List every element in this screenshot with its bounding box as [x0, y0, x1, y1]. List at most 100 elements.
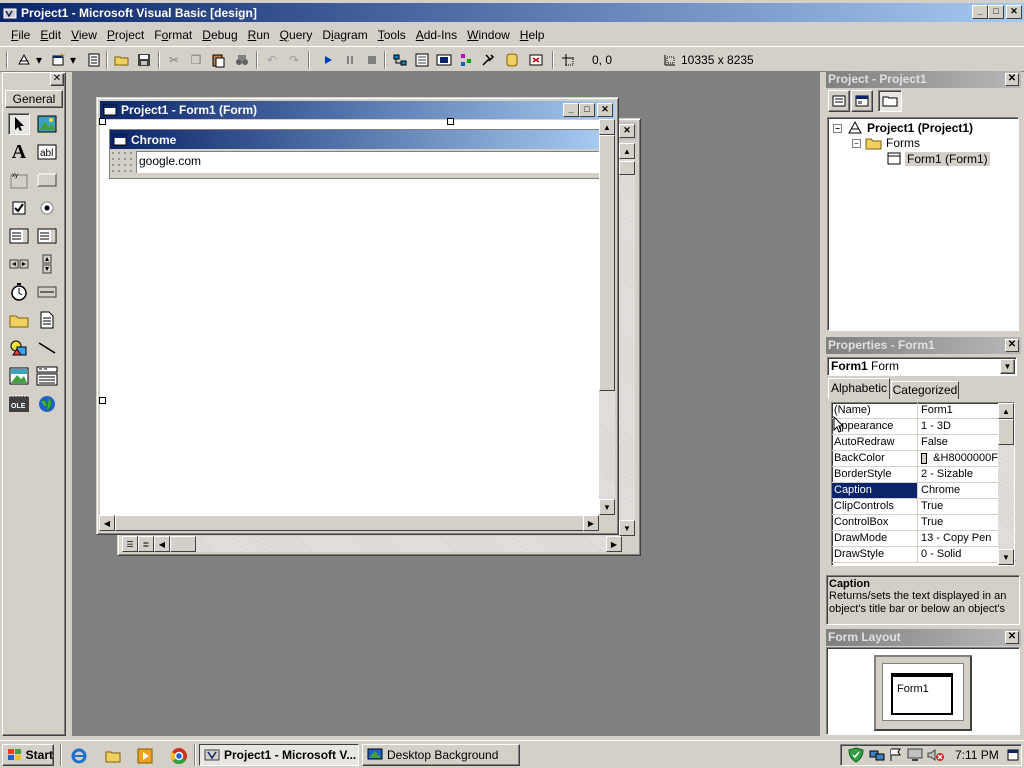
minimize-button[interactable]: _: [972, 5, 988, 19]
menu-add-ins[interactable]: Add-Ins: [411, 26, 462, 44]
project-explorer-close-button[interactable]: ✕: [1005, 73, 1019, 86]
property-row[interactable]: Appearance 1 - 3D: [832, 419, 998, 435]
menu-diagram[interactable]: Diagram: [317, 26, 372, 44]
property-value[interactable]: 0 - Solid: [918, 547, 998, 562]
toolbox-general-tab[interactable]: General: [5, 90, 63, 108]
clock[interactable]: 7:11 PM: [955, 748, 999, 762]
dirlistbox-tool-icon[interactable]: [8, 309, 30, 331]
resize-handle[interactable]: [99, 118, 106, 125]
show-desktop-icon[interactable]: [1007, 749, 1019, 764]
object-selector[interactable]: Form1 Form ▼: [827, 357, 1017, 376]
label-tool-icon[interactable]: A: [8, 141, 30, 163]
scroll-right-button[interactable]: ▶: [606, 536, 622, 552]
image-tool-icon[interactable]: [8, 365, 30, 387]
property-value[interactable]: 1 - 3D: [918, 419, 998, 434]
tree-item-forms-folder[interactable]: − Forms: [852, 136, 920, 150]
resize-handle[interactable]: [447, 118, 454, 125]
maximize-button[interactable]: □: [988, 5, 1004, 19]
scroll-thumb[interactable]: [619, 161, 635, 175]
menu-run[interactable]: Run: [243, 26, 275, 44]
webbrowser-tool-icon[interactable]: [36, 393, 58, 415]
form-layout-title-bar[interactable]: Form Layout ✕: [826, 629, 1021, 646]
menu-file[interactable]: File: [6, 26, 35, 44]
flag-icon[interactable]: [889, 748, 903, 765]
scroll-thumb[interactable]: [998, 419, 1014, 445]
textbox-tool-icon[interactable]: abl: [36, 141, 58, 163]
property-row[interactable]: (Name) Form1: [832, 403, 998, 419]
property-row[interactable]: ControlBox True: [832, 515, 998, 531]
volume-muted-icon[interactable]: [927, 748, 945, 765]
resize-handle[interactable]: [99, 397, 106, 404]
scroll-down-button[interactable]: ▼: [998, 549, 1014, 565]
start-run-icon[interactable]: [318, 51, 338, 69]
display-icon[interactable]: [907, 748, 923, 765]
add-project-icon[interactable]: [14, 51, 34, 69]
properties-close-button[interactable]: ✕: [1005, 339, 1019, 352]
project-explorer-icon[interactable]: [390, 51, 410, 69]
property-row[interactable]: BackColor &H8000000F: [832, 451, 998, 467]
project-explorer-title-bar[interactable]: Project - Project1 ✕: [826, 71, 1021, 88]
frame-tool-icon[interactable]: xy: [8, 169, 30, 191]
form-designer-close-button[interactable]: ✕: [597, 103, 613, 117]
tree-item-form1[interactable]: Form1 (Form1): [886, 152, 990, 166]
property-value[interactable]: &H8000000F: [918, 451, 998, 466]
properties-title-bar[interactable]: Properties - Form1 ✕: [826, 337, 1021, 354]
property-value[interactable]: True: [918, 499, 998, 514]
property-value[interactable]: 2 - Sizable: [918, 467, 998, 482]
chrome-icon[interactable]: [170, 747, 188, 768]
save-icon[interactable]: [134, 51, 154, 69]
full-module-view-icon[interactable]: ≣: [138, 536, 154, 552]
main-title-bar[interactable]: Project1 - Microsoft Visual Basic [desig…: [0, 3, 1024, 22]
form-designer-maximize-button[interactable]: □: [579, 103, 595, 117]
property-value[interactable]: True: [918, 515, 998, 530]
view-code-button[interactable]: [828, 90, 850, 112]
scroll-down-button[interactable]: ▼: [599, 499, 615, 515]
tree-item-project[interactable]: − Project1 (Project1): [833, 120, 973, 136]
property-row[interactable]: AutoRedraw False: [832, 435, 998, 451]
menu-tools[interactable]: Tools: [373, 26, 411, 44]
menu-project[interactable]: Project: [102, 26, 149, 44]
property-value[interactable]: 13 - Copy Pen: [918, 531, 998, 546]
data-view-icon[interactable]: [502, 51, 522, 69]
form-layout-close-button[interactable]: ✕: [1005, 631, 1019, 644]
dropdown-arrow-icon[interactable]: ▾: [68, 51, 78, 69]
scroll-thumb[interactable]: [599, 135, 615, 391]
scroll-up-button[interactable]: ▲: [619, 143, 635, 159]
copy-icon[interactable]: ❐: [186, 51, 206, 69]
scroll-left-button[interactable]: ◀: [99, 515, 115, 531]
scroll-right-button[interactable]: ▶: [583, 515, 599, 531]
data-tool-icon[interactable]: [36, 365, 58, 387]
menu-debug[interactable]: Debug: [197, 26, 242, 44]
menu-query[interactable]: Query: [275, 26, 318, 44]
ole-tool-icon[interactable]: OLE: [8, 393, 30, 415]
url-textbox[interactable]: google.com: [136, 151, 600, 173]
explorer-icon[interactable]: [104, 747, 122, 768]
open-folder-icon[interactable]: [112, 51, 132, 69]
shape-tool-icon[interactable]: [8, 337, 30, 359]
menu-editor-icon[interactable]: [84, 51, 104, 69]
commandbutton-tool-icon[interactable]: [36, 169, 58, 191]
close-button[interactable]: ✕: [1006, 5, 1022, 19]
property-row[interactable]: DrawStyle 0 - Solid: [832, 547, 998, 563]
scroll-up-button[interactable]: ▲: [998, 403, 1014, 419]
picturebox-tool-icon[interactable]: [36, 113, 58, 135]
menu-window[interactable]: Window: [462, 26, 515, 44]
property-value[interactable]: Chrome: [918, 483, 998, 498]
component-manager-icon[interactable]: [526, 51, 546, 69]
dropdown-arrow-icon[interactable]: ▾: [34, 51, 44, 69]
property-value[interactable]: Form1: [918, 403, 998, 418]
end-icon[interactable]: [362, 51, 382, 69]
toolbox-close-button[interactable]: ✕: [50, 73, 64, 86]
property-value[interactable]: False: [918, 435, 998, 450]
menu-edit[interactable]: Edit: [35, 26, 66, 44]
form-layout-icon[interactable]: [434, 51, 454, 69]
taskbar-desktop-background-button[interactable]: Desktop Background: [362, 744, 520, 766]
filelistbox-tool-icon[interactable]: [36, 309, 58, 331]
view-object-button[interactable]: [851, 90, 873, 112]
tab-categorized[interactable]: Categorized: [891, 381, 959, 399]
menu-view[interactable]: View: [66, 26, 102, 44]
security-shield-icon[interactable]: [847, 747, 865, 766]
form-layout-form1[interactable]: Form1: [891, 673, 953, 715]
drivelistbox-tool-icon[interactable]: [36, 281, 58, 303]
combobox-tool-icon[interactable]: [8, 225, 30, 247]
